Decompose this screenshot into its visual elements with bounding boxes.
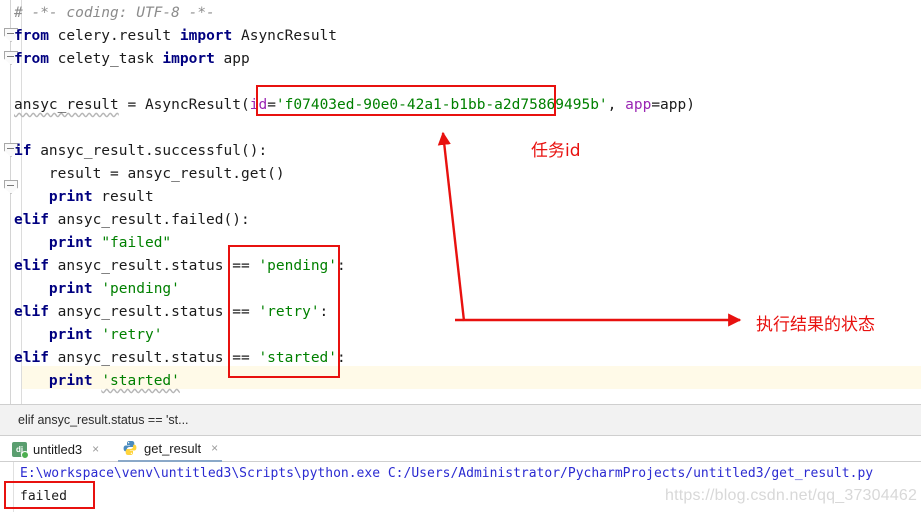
code-token: celery.result bbox=[48, 28, 180, 44]
code-line: from celety_task import app bbox=[14, 48, 250, 71]
code-token: ansyc_result.status == bbox=[48, 258, 259, 274]
pycharm-window: # -*- coding: UTF-8 -*- from celery.resul… bbox=[0, 0, 921, 512]
editor-tab-label: get_result bbox=[144, 440, 202, 456]
tab-close-icon[interactable]: × bbox=[92, 442, 99, 456]
code-token: elif bbox=[14, 212, 49, 228]
code-token: elif bbox=[14, 258, 49, 274]
code-token: # -*- coding: UTF-8 -*- bbox=[14, 5, 215, 21]
code-line: result = ansyc_result.get() bbox=[14, 163, 285, 186]
code-line: elif ansyc_result.status == 'started': bbox=[14, 347, 346, 370]
code-token: print bbox=[48, 189, 93, 205]
watermark: https://blog.csdn.net/qq_37304462 bbox=[665, 487, 918, 504]
console-command-line: E:\workspace\venv\untitled3\Scripts\pyth… bbox=[20, 466, 874, 481]
console-gutter bbox=[0, 462, 14, 512]
code-line: print 'started' bbox=[14, 370, 180, 393]
code-token: from bbox=[14, 28, 49, 44]
code-token: , bbox=[607, 97, 626, 113]
tab-close-icon[interactable]: × bbox=[211, 441, 218, 455]
code-token: ansyc_result bbox=[14, 97, 119, 113]
code-text[interactable]: # -*- coding: UTF-8 -*- from celery.resul… bbox=[0, 0, 921, 404]
code-line: print result bbox=[14, 186, 154, 209]
code-token: import bbox=[162, 51, 215, 67]
code-token: ansyc_result.successful(): bbox=[31, 143, 268, 159]
python-icon bbox=[122, 440, 138, 456]
result-status-label: 执行结果的状态 bbox=[756, 315, 875, 335]
code-editor[interactable]: # -*- coding: UTF-8 -*- from celery.resul… bbox=[0, 0, 921, 404]
code-token: : bbox=[337, 258, 346, 274]
code-line: # -*- coding: UTF-8 -*- bbox=[14, 2, 215, 25]
code-token: print bbox=[48, 327, 93, 343]
code-token: : bbox=[337, 350, 346, 366]
code-token: if bbox=[14, 143, 32, 159]
code-token: AsyncResult bbox=[232, 28, 338, 44]
code-token: 'retry' bbox=[258, 304, 320, 320]
code-token: ansyc_result.status == bbox=[48, 304, 259, 320]
code-token: 'pending' bbox=[258, 258, 338, 274]
breadcrumb-label: elif ansyc_result.status == 'st... bbox=[18, 413, 189, 427]
code-token: elif bbox=[14, 350, 49, 366]
code-token: result = ansyc_result.get() bbox=[14, 166, 285, 182]
code-token: celety_task bbox=[48, 51, 163, 67]
code-token: elif bbox=[14, 304, 49, 320]
editor-tab-get_result[interactable]: get_result × bbox=[118, 436, 223, 462]
code-token: =app) bbox=[651, 97, 695, 113]
code-token: 'f07403ed-90e0-42a1-b1bb-a2d75869495b' bbox=[275, 97, 608, 113]
code-token: id bbox=[249, 97, 268, 113]
console-output-line: failed bbox=[20, 489, 67, 504]
code-token: result bbox=[92, 189, 154, 205]
code-line: print 'retry' bbox=[14, 324, 163, 347]
code-token: app bbox=[214, 51, 250, 67]
code-token: : bbox=[319, 304, 329, 320]
breadcrumb[interactable]: elif ansyc_result.status == 'st... bbox=[0, 404, 921, 436]
code-line: print 'pending' bbox=[14, 278, 180, 301]
code-line: elif ansyc_result.status == 'retry': bbox=[14, 301, 328, 324]
code-token: print bbox=[48, 235, 93, 251]
code-line: ansyc_result = AsyncResult(id='f07403ed-… bbox=[14, 94, 695, 117]
code-token: print bbox=[48, 373, 93, 389]
code-line: if ansyc_result.successful(): bbox=[14, 140, 267, 163]
code-line: elif ansyc_result.failed(): bbox=[14, 209, 250, 232]
code-token: "failed" bbox=[101, 235, 172, 251]
code-token: from bbox=[14, 51, 49, 67]
editor-tab-label: untitled3 bbox=[33, 441, 83, 457]
code-token: 'pending' bbox=[101, 281, 180, 297]
code-token: = bbox=[267, 97, 276, 113]
code-token: app bbox=[625, 97, 652, 113]
code-token: = AsyncResult( bbox=[118, 97, 250, 113]
code-token: print bbox=[48, 281, 93, 297]
code-token: 'started' bbox=[101, 373, 180, 389]
task-id-label: 任务id bbox=[531, 141, 581, 161]
code-line: elif ansyc_result.status == 'pending': bbox=[14, 255, 346, 278]
editor-tab-bar[interactable]: dj untitled3 × get_result × bbox=[0, 436, 921, 462]
code-token: import bbox=[179, 28, 233, 44]
code-line: print "failed" bbox=[14, 232, 171, 255]
code-token: 'retry' bbox=[101, 327, 163, 343]
django-icon: dj bbox=[12, 441, 29, 459]
code-token: ansyc_result.status == bbox=[48, 350, 259, 366]
code-token: ansyc_result.failed(): bbox=[48, 212, 250, 228]
code-line: from celery.result import AsyncResult bbox=[14, 25, 337, 48]
code-token: 'started' bbox=[258, 350, 338, 366]
editor-tab-untitled3[interactable]: dj untitled3 × bbox=[8, 436, 103, 462]
